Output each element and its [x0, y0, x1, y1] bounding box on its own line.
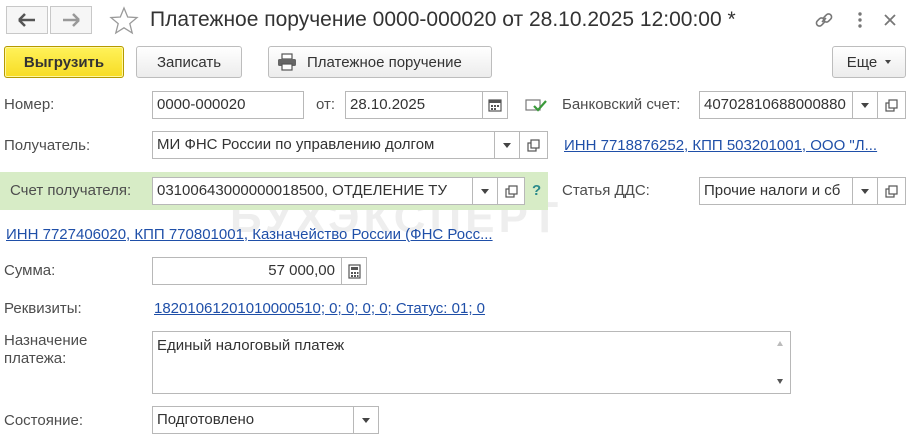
recipient-info-link[interactable]: ИНН 7718876252, КПП 503201001, ООО "Л...	[564, 137, 877, 155]
number-value: 0000-000020	[157, 96, 246, 113]
recipient-account-value: 03100643000000018500, ОТДЕЛЕНИЕ ТУ	[157, 182, 448, 199]
purpose-textarea[interactable]: Единый налоговый платеж	[152, 331, 791, 394]
recipient-account-field[interactable]: 03100643000000018500, ОТДЕЛЕНИЕ ТУ	[152, 177, 473, 205]
recipient-field[interactable]: МИ ФНС России по управлению долгом	[152, 131, 495, 159]
scroll-down-icon[interactable]	[777, 379, 783, 384]
print-payment-order-button[interactable]: Платежное поручение	[268, 46, 492, 78]
favorite-star-icon[interactable]	[108, 5, 140, 37]
scroll-up-icon[interactable]	[777, 341, 783, 346]
recipient-account-open-button[interactable]	[497, 177, 525, 205]
date-label: от:	[316, 96, 336, 113]
bank-account-field[interactable]: 40702810688000880	[699, 91, 853, 119]
forward-button[interactable]	[50, 6, 92, 34]
page-title: Платежное поручение 0000-000020 от 28.10…	[150, 8, 736, 31]
print-button-label: Платежное поручение	[307, 53, 462, 71]
more-button[interactable]: Еще	[832, 46, 906, 78]
state-value: Подготовлено	[157, 411, 255, 428]
date-field[interactable]: 28.10.2025	[345, 91, 483, 119]
arrow-right-icon	[63, 13, 80, 27]
calculator-button[interactable]	[341, 257, 367, 285]
open-icon	[885, 184, 898, 198]
recipient-dropdown-button[interactable]	[494, 131, 520, 159]
number-field[interactable]: 0000-000020	[152, 91, 304, 119]
link-icon[interactable]	[812, 9, 836, 31]
open-icon	[885, 98, 898, 112]
recipient-label: Получатель:	[4, 137, 91, 154]
requisites-link[interactable]: 18201061201010000510; 0; 0; 0; 0; Статус…	[154, 300, 485, 318]
calendar-button[interactable]	[482, 91, 508, 119]
upload-button[interactable]: Выгрузить	[4, 46, 124, 78]
dds-item-open-button[interactable]	[877, 177, 906, 205]
chevron-down-icon	[885, 60, 892, 64]
dds-item-value: Прочие налоги и сб	[704, 182, 841, 199]
bank-account-label: Банковский счет:	[562, 96, 681, 113]
recipient-value: МИ ФНС России по управлению долгом	[157, 136, 435, 153]
open-icon	[527, 138, 540, 152]
bank-account-open-button[interactable]	[877, 91, 906, 119]
purpose-label-line1: Назначение	[4, 332, 88, 349]
recipient-account-label: Счет получателя:	[10, 182, 132, 199]
date-value: 28.10.2025	[350, 96, 426, 113]
state-label: Состояние:	[4, 412, 84, 429]
recipient-account-dropdown-button[interactable]	[472, 177, 498, 205]
chevron-down-icon	[481, 188, 489, 194]
recipient-open-button[interactable]	[519, 131, 548, 159]
chevron-down-icon	[503, 142, 511, 148]
help-icon[interactable]: ?	[532, 182, 541, 200]
open-icon	[504, 184, 518, 198]
treasury-info-link[interactable]: ИНН 7727406020, КПП 770801001, Казначейс…	[6, 226, 493, 244]
close-icon[interactable]	[878, 9, 902, 31]
back-button[interactable]	[6, 6, 48, 34]
arrow-left-icon	[18, 13, 35, 27]
purpose-value: Единый налоговый платеж	[157, 337, 345, 354]
calculator-icon	[347, 263, 361, 279]
chevron-down-icon	[861, 102, 869, 108]
dds-item-field[interactable]: Прочие налоги и сб	[699, 177, 853, 205]
save-button[interactable]: Записать	[136, 46, 242, 78]
chevron-down-icon	[861, 188, 869, 194]
amount-field[interactable]: 57 000,00	[152, 257, 342, 285]
more-button-label: Еще	[846, 53, 878, 71]
dds-item-label: Статья ДДС:	[562, 182, 650, 199]
bank-account-value: 40702810688000880	[704, 96, 846, 113]
state-field[interactable]: Подготовлено	[152, 406, 354, 434]
date-check-icon[interactable]	[525, 96, 547, 114]
bank-account-dropdown-button[interactable]	[852, 91, 878, 119]
more-vertical-icon[interactable]	[848, 9, 872, 31]
calendar-icon	[488, 99, 502, 112]
purpose-label-line2: платежа:	[4, 350, 67, 367]
requisites-label: Реквизиты:	[4, 300, 82, 317]
amount-label: Сумма:	[4, 262, 56, 279]
printer-icon	[278, 53, 296, 71]
dds-item-dropdown-button[interactable]	[852, 177, 878, 205]
chevron-down-icon	[362, 417, 370, 423]
state-dropdown-button[interactable]	[353, 406, 379, 434]
amount-value: 57 000,00	[268, 262, 335, 279]
number-label: Номер:	[4, 96, 55, 113]
